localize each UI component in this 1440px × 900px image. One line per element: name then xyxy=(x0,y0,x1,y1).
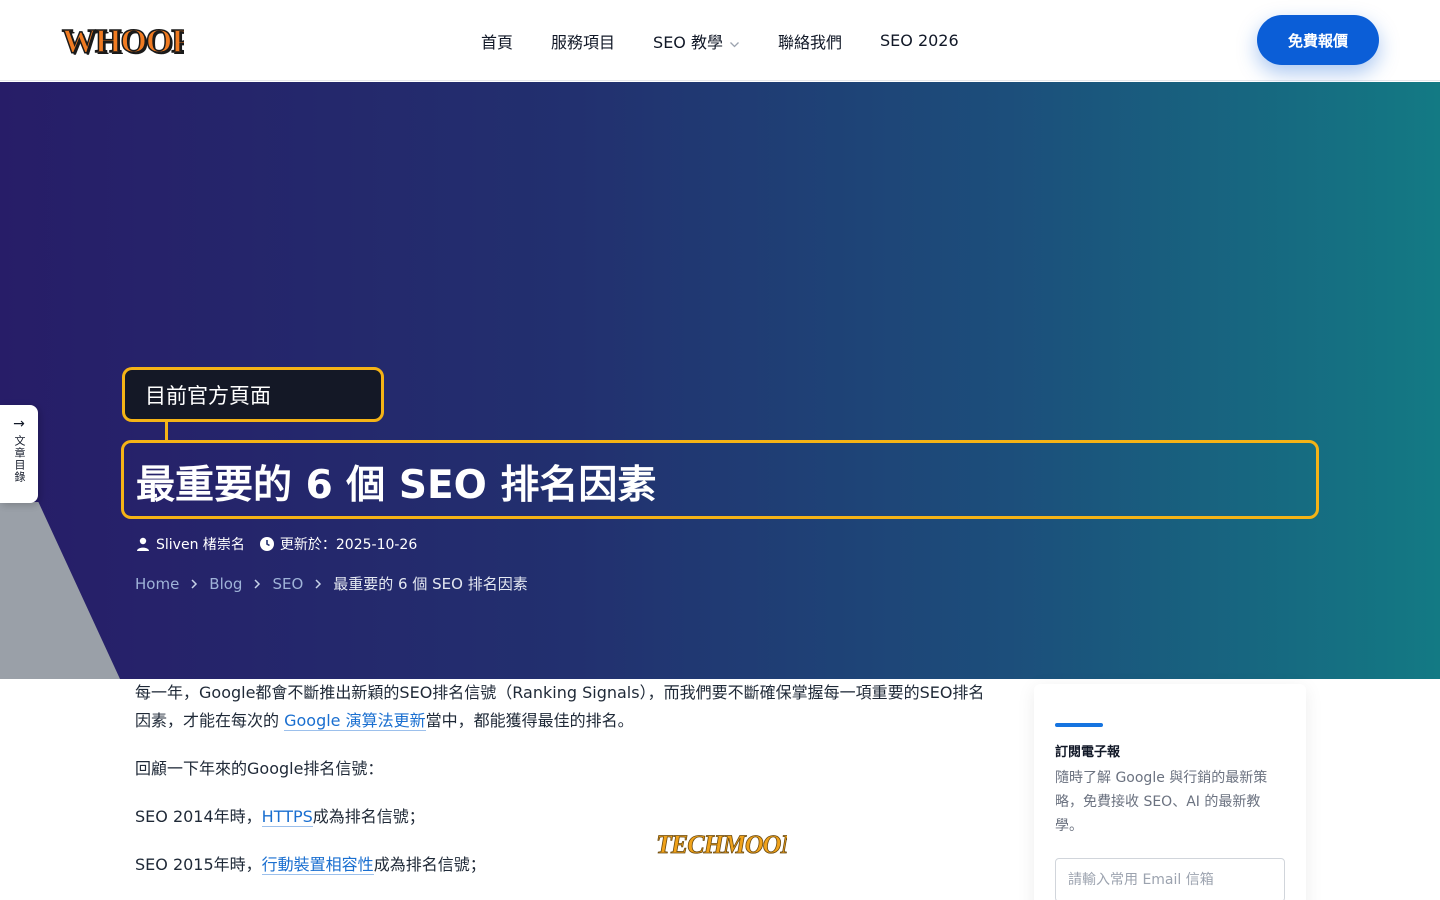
chevron-right-icon xyxy=(252,578,262,590)
chevron-right-icon xyxy=(313,578,323,590)
decorative-shape xyxy=(0,502,120,679)
official-page-badge: 目前官方頁面 xyxy=(122,367,384,422)
nav-item-label: 首頁 xyxy=(481,32,514,52)
free-quote-button[interactable]: 免費報價 xyxy=(1257,15,1379,65)
email-field[interactable] xyxy=(1055,858,1285,900)
newsletter-title: 訂閱電子報 xyxy=(1055,745,1121,760)
badge-label: 目前官方頁面 xyxy=(145,383,271,408)
nav-item-home[interactable]: 首頁 xyxy=(462,29,532,53)
newsletter-description: 隨時了解 Google 與行銷的最新策略，免費接收 SEO、AI 的最新教學。 xyxy=(1055,770,1268,834)
newsletter-card: 訂閱電子報 隨時了解 Google 與行銷的最新策略，免費接收 SEO、AI 的… xyxy=(1034,684,1306,900)
paragraph-text: SEO 2015年時， xyxy=(135,855,262,874)
techmoon-watermark: TECHMOON xyxy=(655,826,802,864)
paragraph-text: SEO 2014年時， xyxy=(135,807,262,826)
svg-text:WHOOPS: WHOOPS xyxy=(62,23,184,60)
arrow-right-icon: → xyxy=(13,416,25,432)
toc-label: 文章目錄 xyxy=(13,435,26,483)
badge-connector xyxy=(165,422,168,440)
post-meta: Sliven 楮崇名 更新於：2025-10-26 xyxy=(135,534,417,554)
logo-wordmark-icon: WHOOPS WHOOPS xyxy=(61,22,184,60)
clock-icon xyxy=(259,536,275,552)
author-name[interactable]: Sliven 楮崇名 xyxy=(156,534,245,554)
paragraph-text: 成為排名信號； xyxy=(312,807,425,826)
nav-item-label: 聯絡我們 xyxy=(777,32,842,52)
hero-banner: 目前官方頁面 最重要的 6 個 SEO 排名因素 Sliven 楮崇名 更新於：… xyxy=(0,82,1440,679)
breadcrumb-seo[interactable]: SEO xyxy=(272,575,303,593)
nav-item-label: 服務項目 xyxy=(551,32,616,52)
whoops-logo[interactable]: WHOOPS WHOOPS xyxy=(60,20,184,60)
user-icon xyxy=(135,536,151,552)
main-nav: 首頁 服務項目 SEO 教學 聯絡我們 SEO 2026 xyxy=(462,0,978,81)
site-header: WHOOPS WHOOPS 首頁 服務項目 SEO 教學 聯絡我們 SEO 20… xyxy=(0,0,1440,81)
svg-text:TECHMOON: TECHMOON xyxy=(656,830,787,859)
breadcrumb-home[interactable]: Home xyxy=(135,575,179,593)
link-mobile-friendly[interactable]: 行動裝置相容性 xyxy=(261,855,374,875)
page-title: 最重要的 6 個 SEO 排名因素 xyxy=(136,463,657,508)
chevron-down-icon xyxy=(729,35,740,48)
updated-date: 更新於：2025-10-26 xyxy=(279,537,418,553)
nav-item-services[interactable]: 服務項目 xyxy=(532,29,634,53)
nav-item-label: SEO 2026 xyxy=(880,31,959,50)
paragraph-text: 當中，都能獲得最佳的排名。 xyxy=(425,711,634,730)
nav-item-contact[interactable]: 聯絡我們 xyxy=(759,29,861,53)
article-body: 每一年，Google都會不斷推出新穎的SEO排名信號（Ranking Signa… xyxy=(135,679,995,899)
link-https[interactable]: HTTPS xyxy=(261,807,313,827)
article-paragraph: SEO 2014年時，HTTPS成為排名信號； xyxy=(135,803,995,831)
chevron-right-icon xyxy=(189,578,199,590)
breadcrumb-blog[interactable]: Blog xyxy=(209,575,242,593)
article-paragraph: SEO 2015年時，行動裝置相容性成為排名信號； xyxy=(135,851,995,879)
paragraph-text: 成為排名信號； xyxy=(373,855,486,874)
accent-bar xyxy=(1055,723,1103,727)
toc-toggle-tab[interactable]: → 文章目錄 xyxy=(0,405,38,503)
article-paragraph: 每一年，Google都會不斷推出新穎的SEO排名信號（Ranking Signa… xyxy=(135,679,995,735)
article-paragraph: 回顧一下年來的Google排名信號： xyxy=(135,759,384,778)
link-google-algorithm-update[interactable]: Google 演算法更新 xyxy=(284,711,426,731)
breadcrumb: Home Blog SEO 最重要的 6 個 SEO 排名因素 xyxy=(135,573,528,594)
nav-item-seo-2026[interactable]: SEO 2026 xyxy=(861,31,978,50)
nav-item-label: SEO 教學 xyxy=(653,32,723,52)
nav-item-seo-tutorial[interactable]: SEO 教學 xyxy=(634,29,759,53)
breadcrumb-current: 最重要的 6 個 SEO 排名因素 xyxy=(333,575,528,593)
watermark-logo-icon: TECHMOON xyxy=(656,830,802,860)
